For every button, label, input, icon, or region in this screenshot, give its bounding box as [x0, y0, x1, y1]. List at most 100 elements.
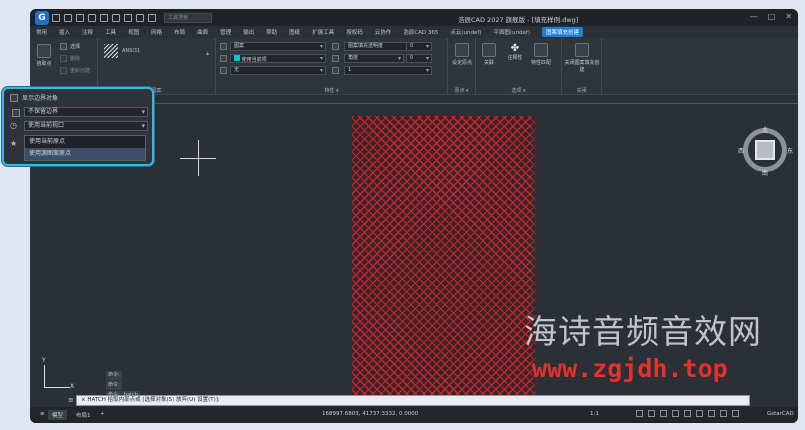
tab-layout1[interactable]: 布局1	[72, 410, 95, 420]
pick-points-button[interactable]: 拾取点	[33, 44, 55, 67]
pattern-gallery-scroll-icon[interactable]: ▴	[206, 50, 209, 57]
tab-model[interactable]: 模型	[48, 410, 68, 420]
options-group-label[interactable]: 选项 ▾	[476, 87, 561, 94]
remove-boundary-button[interactable]: 删除	[60, 55, 80, 62]
properties-group-label[interactable]: 特性 ▾	[216, 87, 447, 94]
transparency-input[interactable]: 0	[406, 42, 432, 51]
match-properties-button[interactable]: 特性匹配	[530, 43, 552, 66]
tab-cad365[interactable]: 浩辰CAD 365	[403, 28, 438, 36]
display-boundary-icon	[10, 93, 18, 102]
tab-manage[interactable]: 管理	[220, 28, 231, 36]
compass-west[interactable]: 西	[738, 146, 744, 155]
compass-east[interactable]: 东	[787, 146, 793, 155]
ribbon-tabs: 常用 插入 注释 工具 视图 网格 布局 曲面 管理 输出 帮助 图纸 扩展工具…	[30, 26, 798, 38]
save-icon[interactable]	[76, 13, 84, 22]
view-cube[interactable]: 北 南 西 东	[738, 125, 793, 177]
redo-icon[interactable]	[136, 13, 144, 22]
match-icon[interactable]	[148, 13, 156, 22]
tab-cloud[interactable]: 云协作	[375, 28, 392, 36]
ucs-x-label: X	[70, 383, 75, 390]
tab-home[interactable]: 常用	[36, 28, 47, 36]
tab-output[interactable]: 输出	[243, 28, 254, 36]
recreate-boundary-button[interactable]: 重新创建	[60, 67, 90, 74]
set-origin-button[interactable]: 设定原点	[451, 43, 473, 66]
origin-option-current[interactable]: 使用当前原点	[25, 136, 145, 148]
workspace-icon[interactable]	[720, 410, 727, 417]
lineweight-icon[interactable]	[708, 410, 715, 417]
snap-icon[interactable]	[636, 410, 643, 417]
print-icon[interactable]	[100, 13, 108, 22]
hatch-type-dropdown[interactable]: 图案	[230, 42, 326, 51]
status-menu-icon[interactable]: ≡	[36, 410, 49, 418]
background-color-icon	[220, 67, 227, 74]
tab-sheets[interactable]: 图纸	[289, 28, 300, 36]
tab-insert[interactable]: 插入	[59, 28, 70, 36]
brand-label: GstarCAD	[767, 411, 794, 417]
select-objects-button[interactable]: 选择	[60, 43, 80, 50]
match-properties-icon	[534, 43, 548, 57]
tab-mesh[interactable]: 网格	[151, 28, 162, 36]
associative-icon	[482, 43, 496, 57]
maximize-button[interactable]: □	[768, 12, 776, 21]
ortho-icon[interactable]	[660, 410, 667, 417]
plot-icon[interactable]	[112, 13, 120, 22]
add-layout-button[interactable]: +	[96, 410, 109, 418]
compass-south[interactable]: 南	[762, 168, 768, 177]
new-file-icon[interactable]	[52, 13, 60, 22]
ucs-icon: Y X	[40, 357, 74, 390]
hatch-type-icon	[220, 43, 227, 50]
angle-input[interactable]: 0	[406, 54, 432, 63]
display-boundary-row[interactable]: 显示边界对象	[10, 93, 58, 102]
otrack-icon[interactable]	[696, 410, 703, 417]
hatch-pattern-area[interactable]	[352, 116, 538, 399]
fullscreen-icon[interactable]	[732, 410, 739, 417]
scale-input[interactable]: 1	[344, 66, 432, 75]
view-cube-face[interactable]	[755, 140, 775, 160]
hatch-color-icon	[220, 55, 227, 62]
command-line-input[interactable]: × HATCH 拾取内部点或 [选择对象(S) 放弃(U) 设置(T)]:	[76, 395, 750, 406]
annotation-scale[interactable]: 1:1	[590, 411, 599, 417]
close-window-button[interactable]: ✕	[785, 12, 792, 21]
tool-search-input[interactable]: 工具搜索	[164, 12, 212, 23]
tab-hatch-creation[interactable]: 图案填充创建	[541, 27, 583, 37]
open-file-icon[interactable]	[64, 13, 72, 22]
command-menu-icon[interactable]: ≡	[68, 396, 74, 404]
angle-icon	[332, 55, 339, 62]
boundary-set-dropdown[interactable]: 使用当前视口	[24, 121, 148, 131]
annotative-button[interactable]: ✤ 注释性	[504, 43, 526, 61]
minimize-button[interactable]: —	[750, 12, 758, 21]
properties-group: 图案 使用当前项 无 图案填充透明度 角度 0 0 1 特性 ▾	[216, 38, 448, 95]
tab-view[interactable]: 视图	[128, 28, 139, 36]
tab-annotate[interactable]: 注释	[82, 28, 93, 36]
transparency-icon	[332, 43, 339, 50]
origin-option-source[interactable]: 使用源图案原点	[25, 148, 145, 160]
associative-button[interactable]: 关联	[478, 43, 500, 66]
tab-surface[interactable]: 曲面	[197, 28, 208, 36]
tab-floorplan[interactable]: 平面图(undef)	[493, 28, 530, 36]
origin-icon	[455, 43, 469, 57]
polar-icon[interactable]	[672, 410, 679, 417]
osnap-icon[interactable]	[684, 410, 691, 417]
undo-icon[interactable]	[124, 13, 132, 22]
close-hatch-creation-button[interactable]: 关闭图案填充创建	[564, 43, 600, 73]
watermark-text: 海诗音频音效网	[524, 312, 762, 351]
ucs-y-label: Y	[42, 357, 46, 364]
grid-icon[interactable]	[648, 410, 655, 417]
title-bar: G 工具搜索 浩辰CAD 2027 旗舰版 - [填充样例.dwg] — □ ✕	[30, 9, 798, 26]
pattern-name[interactable]: ANSI31	[122, 48, 140, 54]
compass-north[interactable]: 北	[762, 125, 768, 134]
tab-help[interactable]: 帮助	[266, 28, 277, 36]
hatch-pattern-preview-icon[interactable]	[104, 44, 118, 58]
tab-extensions[interactable]: 扩展工具	[312, 28, 334, 36]
background-color-dropdown[interactable]: 无	[230, 66, 326, 75]
tab-license[interactable]: 授权码	[346, 28, 363, 36]
tab-tools[interactable]: 工具	[105, 28, 116, 36]
tab-pointcloud[interactable]: 点云(undef)	[450, 28, 481, 36]
save-as-icon[interactable]	[88, 13, 96, 22]
origin-group-label[interactable]: 原点 ▾	[448, 87, 475, 94]
tab-layout[interactable]: 布局	[174, 28, 185, 36]
app-logo-icon[interactable]: G	[35, 10, 49, 25]
hatch-color-dropdown[interactable]: 使用当前项	[230, 54, 326, 63]
retain-boundary-dropdown[interactable]: 不保留边界	[24, 107, 148, 117]
pick-point-icon	[37, 44, 51, 58]
